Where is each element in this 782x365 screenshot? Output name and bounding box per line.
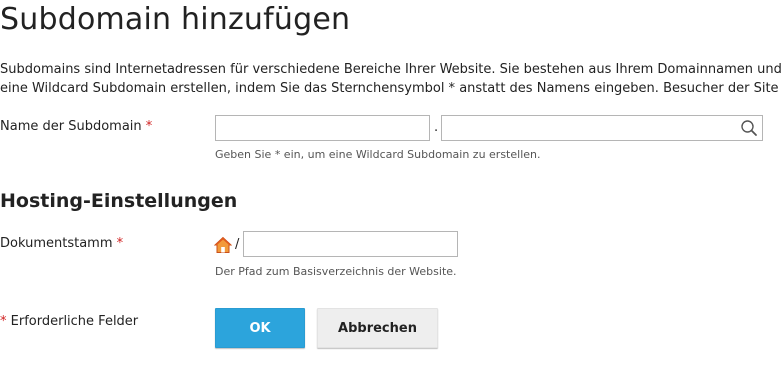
ok-button[interactable]: OK	[215, 308, 305, 348]
cancel-button[interactable]: Abbrechen	[317, 308, 438, 348]
intro-line-2: eine Wildcard Subdomain erstellen, indem…	[0, 81, 782, 96]
subdomain-name-label: Name der Subdomain *	[0, 119, 152, 134]
docroot-label-text: Dokumentstamm	[0, 236, 113, 251]
parent-domain-input[interactable]	[441, 115, 763, 141]
docroot-input[interactable]	[243, 231, 458, 257]
subdomain-name-input[interactable]	[215, 115, 430, 141]
docroot-label: Dokumentstamm *	[0, 236, 123, 251]
path-slash: /	[235, 237, 240, 252]
subdomain-hint: Geben Sie * ein, um eine Wildcard Subdom…	[215, 148, 541, 161]
intro-line-1: Subdomains sind Internetadressen für ver…	[0, 62, 782, 77]
required-marker: *	[145, 119, 153, 134]
home-icon	[213, 236, 233, 254]
domain-separator: .	[434, 120, 439, 135]
search-icon[interactable]	[739, 118, 759, 138]
hosting-section-title: Hosting-Einstellungen	[0, 190, 238, 212]
required-marker: *	[0, 314, 7, 329]
intro-text: Subdomains sind Internetadressen für ver…	[0, 60, 782, 98]
docroot-hint: Der Pfad zum Basisverzeichnis der Websit…	[215, 265, 457, 278]
required-fields-text: Erforderliche Felder	[10, 314, 139, 329]
page-title: Subdomain hinzufügen	[0, 2, 351, 37]
required-marker: *	[116, 236, 124, 251]
required-fields-note: * Erforderliche Felder	[0, 314, 138, 329]
subdomain-name-label-text: Name der Subdomain	[0, 119, 142, 134]
